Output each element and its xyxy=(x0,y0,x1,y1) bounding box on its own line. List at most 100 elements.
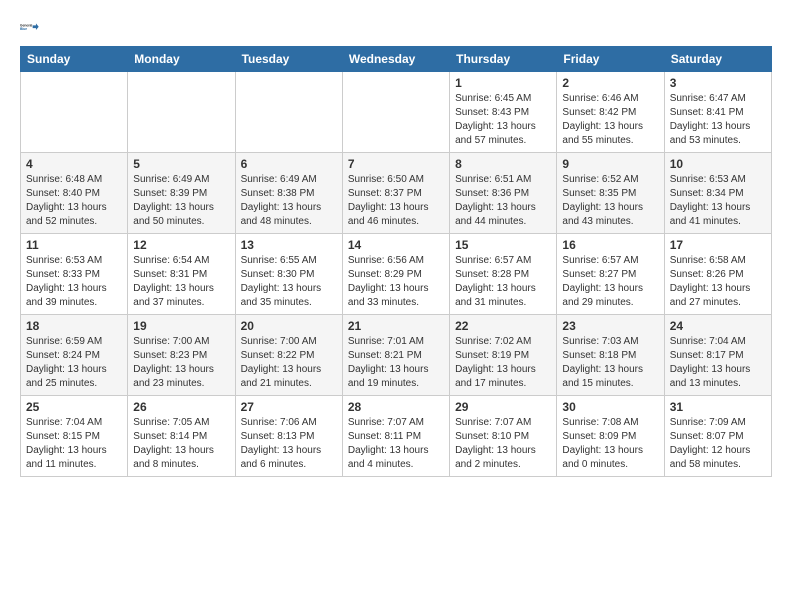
day-detail: Sunrise: 6:53 AM Sunset: 8:34 PM Dayligh… xyxy=(670,173,766,229)
weekday-sunday: Sunday xyxy=(21,47,128,72)
day-number: 20 xyxy=(241,319,337,333)
day-number: 25 xyxy=(26,400,122,414)
calendar-header: SundayMondayTuesdayWednesdayThursdayFrid… xyxy=(21,47,772,72)
calendar-cell: 7 Sunrise: 6:50 AM Sunset: 8:37 PM Daylig… xyxy=(342,153,449,234)
calendar-cell: 14 Sunrise: 6:56 AM Sunset: 8:29 PM Dayli… xyxy=(342,234,449,315)
day-number: 15 xyxy=(455,238,551,252)
calendar-week-row: 25 Sunrise: 7:04 AM Sunset: 8:15 PM Dayli… xyxy=(21,396,772,477)
day-detail: Sunrise: 6:49 AM Sunset: 8:38 PM Dayligh… xyxy=(241,173,337,229)
calendar-cell: 16 Sunrise: 6:57 AM Sunset: 8:27 PM Dayli… xyxy=(557,234,664,315)
calendar-cell: 30 Sunrise: 7:08 AM Sunset: 8:09 PM Dayli… xyxy=(557,396,664,477)
calendar-cell: 6 Sunrise: 6:49 AM Sunset: 8:38 PM Daylig… xyxy=(235,153,342,234)
calendar-cell: 8 Sunrise: 6:51 AM Sunset: 8:36 PM Daylig… xyxy=(450,153,557,234)
day-number: 6 xyxy=(241,157,337,171)
day-number: 16 xyxy=(562,238,658,252)
day-detail: Sunrise: 6:50 AM Sunset: 8:37 PM Dayligh… xyxy=(348,173,444,229)
calendar-cell: 24 Sunrise: 7:04 AM Sunset: 8:17 PM Dayli… xyxy=(664,315,771,396)
day-detail: Sunrise: 6:57 AM Sunset: 8:28 PM Dayligh… xyxy=(455,254,551,310)
logo: GeneralBlue xyxy=(20,16,42,38)
day-detail: Sunrise: 7:02 AM Sunset: 8:19 PM Dayligh… xyxy=(455,335,551,391)
day-detail: Sunrise: 6:45 AM Sunset: 8:43 PM Dayligh… xyxy=(455,92,551,148)
day-detail: Sunrise: 6:46 AM Sunset: 8:42 PM Dayligh… xyxy=(562,92,658,148)
weekday-monday: Monday xyxy=(128,47,235,72)
calendar-cell: 15 Sunrise: 6:57 AM Sunset: 8:28 PM Dayli… xyxy=(450,234,557,315)
day-number: 23 xyxy=(562,319,658,333)
day-number: 21 xyxy=(348,319,444,333)
day-detail: Sunrise: 7:04 AM Sunset: 8:17 PM Dayligh… xyxy=(670,335,766,391)
day-detail: Sunrise: 6:57 AM Sunset: 8:27 PM Dayligh… xyxy=(562,254,658,310)
day-detail: Sunrise: 7:03 AM Sunset: 8:18 PM Dayligh… xyxy=(562,335,658,391)
calendar-week-row: 4 Sunrise: 6:48 AM Sunset: 8:40 PM Daylig… xyxy=(21,153,772,234)
svg-text:Blue: Blue xyxy=(20,27,27,31)
day-number: 7 xyxy=(348,157,444,171)
calendar-cell: 5 Sunrise: 6:49 AM Sunset: 8:39 PM Daylig… xyxy=(128,153,235,234)
calendar-week-row: 11Sunrise: 6:53 AM Sunset: 8:33 PM Dayli… xyxy=(21,234,772,315)
day-number: 30 xyxy=(562,400,658,414)
day-number: 11 xyxy=(26,238,122,252)
day-detail: Sunrise: 7:07 AM Sunset: 8:10 PM Dayligh… xyxy=(455,416,551,472)
day-detail: Sunrise: 7:00 AM Sunset: 8:23 PM Dayligh… xyxy=(133,335,229,391)
calendar-cell xyxy=(235,72,342,153)
day-number: 4 xyxy=(26,157,122,171)
day-number: 22 xyxy=(455,319,551,333)
calendar-cell xyxy=(342,72,449,153)
day-number: 26 xyxy=(133,400,229,414)
day-detail: Sunrise: 7:04 AM Sunset: 8:15 PM Dayligh… xyxy=(26,416,122,472)
day-detail: Sunrise: 6:47 AM Sunset: 8:41 PM Dayligh… xyxy=(670,92,766,148)
day-detail: Sunrise: 6:56 AM Sunset: 8:29 PM Dayligh… xyxy=(348,254,444,310)
day-detail: Sunrise: 7:05 AM Sunset: 8:14 PM Dayligh… xyxy=(133,416,229,472)
day-number: 5 xyxy=(133,157,229,171)
page-header: GeneralBlue xyxy=(20,16,772,38)
calendar-cell: 31 Sunrise: 7:09 AM Sunset: 8:07 PM Dayli… xyxy=(664,396,771,477)
day-number: 10 xyxy=(670,157,766,171)
calendar-cell: 9Sunrise: 6:52 AM Sunset: 8:35 PM Daylig… xyxy=(557,153,664,234)
day-detail: Sunrise: 6:58 AM Sunset: 8:26 PM Dayligh… xyxy=(670,254,766,310)
calendar-cell: 10 Sunrise: 6:53 AM Sunset: 8:34 PM Dayli… xyxy=(664,153,771,234)
calendar-cell: 1Sunrise: 6:45 AM Sunset: 8:43 PM Daylig… xyxy=(450,72,557,153)
calendar-cell: 22 Sunrise: 7:02 AM Sunset: 8:19 PM Dayli… xyxy=(450,315,557,396)
calendar-cell: 19 Sunrise: 7:00 AM Sunset: 8:23 PM Dayli… xyxy=(128,315,235,396)
day-number: 14 xyxy=(348,238,444,252)
day-detail: Sunrise: 7:06 AM Sunset: 8:13 PM Dayligh… xyxy=(241,416,337,472)
calendar-cell: 17 Sunrise: 6:58 AM Sunset: 8:26 PM Dayli… xyxy=(664,234,771,315)
day-detail: Sunrise: 6:48 AM Sunset: 8:40 PM Dayligh… xyxy=(26,173,122,229)
weekday-row: SundayMondayTuesdayWednesdayThursdayFrid… xyxy=(21,47,772,72)
calendar-cell: 4 Sunrise: 6:48 AM Sunset: 8:40 PM Daylig… xyxy=(21,153,128,234)
calendar-cell xyxy=(21,72,128,153)
day-number: 24 xyxy=(670,319,766,333)
day-number: 2 xyxy=(562,76,658,90)
calendar-cell: 12 Sunrise: 6:54 AM Sunset: 8:31 PM Dayli… xyxy=(128,234,235,315)
day-number: 3 xyxy=(670,76,766,90)
calendar-cell: 29 Sunrise: 7:07 AM Sunset: 8:10 PM Dayli… xyxy=(450,396,557,477)
calendar-week-row: 1Sunrise: 6:45 AM Sunset: 8:43 PM Daylig… xyxy=(21,72,772,153)
weekday-friday: Friday xyxy=(557,47,664,72)
day-number: 13 xyxy=(241,238,337,252)
day-number: 18 xyxy=(26,319,122,333)
day-number: 12 xyxy=(133,238,229,252)
weekday-tuesday: Tuesday xyxy=(235,47,342,72)
calendar-cell: 28 Sunrise: 7:07 AM Sunset: 8:11 PM Dayli… xyxy=(342,396,449,477)
day-detail: Sunrise: 6:51 AM Sunset: 8:36 PM Dayligh… xyxy=(455,173,551,229)
calendar-week-row: 18 Sunrise: 6:59 AM Sunset: 8:24 PM Dayli… xyxy=(21,315,772,396)
day-number: 19 xyxy=(133,319,229,333)
day-detail: Sunrise: 6:55 AM Sunset: 8:30 PM Dayligh… xyxy=(241,254,337,310)
day-detail: Sunrise: 6:59 AM Sunset: 8:24 PM Dayligh… xyxy=(26,335,122,391)
logo-icon: GeneralBlue xyxy=(20,16,42,38)
calendar-cell: 3 Sunrise: 6:47 AM Sunset: 8:41 PM Daylig… xyxy=(664,72,771,153)
calendar-table: SundayMondayTuesdayWednesdayThursdayFrid… xyxy=(20,46,772,477)
day-detail: Sunrise: 7:00 AM Sunset: 8:22 PM Dayligh… xyxy=(241,335,337,391)
day-number: 8 xyxy=(455,157,551,171)
day-detail: Sunrise: 7:08 AM Sunset: 8:09 PM Dayligh… xyxy=(562,416,658,472)
day-number: 17 xyxy=(670,238,766,252)
day-number: 31 xyxy=(670,400,766,414)
day-number: 28 xyxy=(348,400,444,414)
day-detail: Sunrise: 6:49 AM Sunset: 8:39 PM Dayligh… xyxy=(133,173,229,229)
day-detail: Sunrise: 6:54 AM Sunset: 8:31 PM Dayligh… xyxy=(133,254,229,310)
calendar-cell: 20 Sunrise: 7:00 AM Sunset: 8:22 PM Dayli… xyxy=(235,315,342,396)
day-detail: Sunrise: 7:09 AM Sunset: 8:07 PM Dayligh… xyxy=(670,416,766,472)
day-number: 29 xyxy=(455,400,551,414)
calendar-cell: 27 Sunrise: 7:06 AM Sunset: 8:13 PM Dayli… xyxy=(235,396,342,477)
calendar-cell: 21Sunrise: 7:01 AM Sunset: 8:21 PM Dayli… xyxy=(342,315,449,396)
day-detail: Sunrise: 7:07 AM Sunset: 8:11 PM Dayligh… xyxy=(348,416,444,472)
day-number: 27 xyxy=(241,400,337,414)
